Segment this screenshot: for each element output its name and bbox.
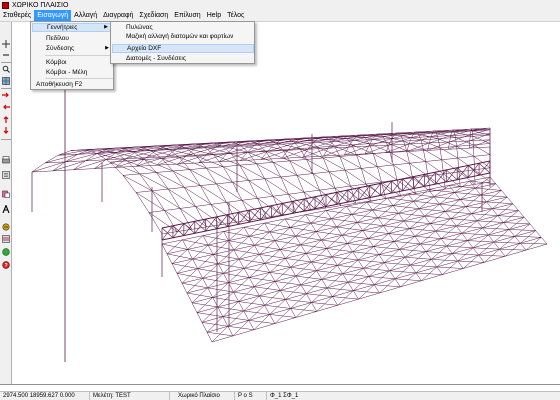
submenu-arrow-icon: ▶ xyxy=(104,24,108,30)
help-icon[interactable] xyxy=(1,260,11,270)
menu-separator xyxy=(45,78,113,79)
dropdown-item-footing[interactable]: Πεδίλου xyxy=(32,34,113,43)
arrow-down-icon[interactable] xyxy=(1,126,11,136)
menu-stathers[interactable]: Σταθερές xyxy=(0,10,34,21)
arrow-left-icon[interactable] xyxy=(1,102,11,112)
eisagogi-dropdown: Γεννήτριες ▶ Πεδίλου Σύνδεσης ▶ Κόμβοι Κ… xyxy=(30,21,114,90)
menu-diagrafi[interactable]: Διαγραφή xyxy=(100,10,136,21)
menu-separator xyxy=(45,55,113,56)
move-icon[interactable] xyxy=(1,39,11,49)
app-icon xyxy=(2,1,9,9)
text-a-icon[interactable] xyxy=(1,204,11,214)
menu-allagi[interactable]: Αλλαγή xyxy=(71,10,100,21)
status-coordinates: 2974.500 18959.627 0.000 xyxy=(0,392,90,400)
dropdown-item-label: Σύνδεσης xyxy=(46,45,75,52)
menu-sxediasi[interactable]: Σχεδίαση xyxy=(136,10,171,21)
dropdown-item-label: Γεννήτριες xyxy=(47,24,78,31)
status-type: Χωρικό Πλαίσιο xyxy=(170,392,235,400)
dropdown-item-label: Πεδίλου xyxy=(46,35,69,42)
menu-telos[interactable]: Τέλος xyxy=(224,10,247,21)
window-title: ΧΩΡΙΚΟ ΠΛΑΙΣΙΟ xyxy=(12,1,69,9)
load-icon[interactable] xyxy=(1,222,11,232)
status-bar: 2974.500 18959.627 0.000 Μελέτη: TEST Χω… xyxy=(0,391,560,400)
layers-icon[interactable] xyxy=(1,234,11,244)
left-toolbar xyxy=(0,22,12,384)
generators-submenu: Πυλώνας Μαζική αλλαγή διατομών και φορτί… xyxy=(110,21,255,64)
space-frame-wireframe xyxy=(31,82,548,362)
submenu-arrow-icon: ▶ xyxy=(105,45,109,51)
status-study: Μελέτη: TEST xyxy=(90,392,170,400)
submenu-item-dxf-file[interactable]: Αρχείο DXF xyxy=(112,44,254,53)
submenu-item-bulk-change[interactable]: Μαζική αλλαγή διατομών και φορτίων xyxy=(112,32,254,41)
arrow-right-icon[interactable] xyxy=(1,90,11,100)
arrow-up-icon[interactable] xyxy=(1,114,11,124)
title-bar: ΧΩΡΙΚΟ ΠΛΑΙΣΙΟ xyxy=(0,0,560,10)
dropdown-item-save[interactable]: Αποθήκευση F2 xyxy=(32,80,113,89)
menu-epilysi[interactable]: Επίλυση xyxy=(171,10,203,21)
grid-icon[interactable] xyxy=(1,76,11,86)
paste-icon[interactable] xyxy=(1,189,11,199)
print-icon[interactable] xyxy=(1,155,11,165)
zoom-icon[interactable] xyxy=(1,64,11,74)
status-pos: P o S xyxy=(235,392,267,400)
submenu-item-sections[interactable]: Διατομές - Συνδέσεις xyxy=(112,54,254,63)
dropdown-item-generators[interactable]: Γεννήτριες ▶ xyxy=(32,23,113,32)
menu-eisagogi[interactable]: Εισαγωγή xyxy=(34,10,72,21)
dropdown-item-nodes-members[interactable]: Κόμβοι - Μέλη xyxy=(32,68,113,77)
status-phi: Φ_1 ΣΦ_1 xyxy=(270,393,299,399)
submenu-item-pylon[interactable]: Πυλώνας xyxy=(112,23,254,32)
dropdown-item-label: Κόμβοι xyxy=(46,59,67,66)
dropdown-item-connection[interactable]: Σύνδεσης ▶ xyxy=(32,44,113,53)
globe-icon[interactable] xyxy=(1,247,11,257)
menu-help[interactable]: Help xyxy=(204,10,224,21)
dropdown-item-label: Κόμβοι - Μέλη xyxy=(46,69,88,76)
list-icon[interactable] xyxy=(1,170,11,180)
dropdown-item-label: Αποθήκευση F2 xyxy=(36,81,83,88)
minus-icon[interactable] xyxy=(1,50,11,60)
dropdown-item-nodes[interactable]: Κόμβοι xyxy=(32,58,113,67)
command-line[interactable] xyxy=(0,384,560,391)
